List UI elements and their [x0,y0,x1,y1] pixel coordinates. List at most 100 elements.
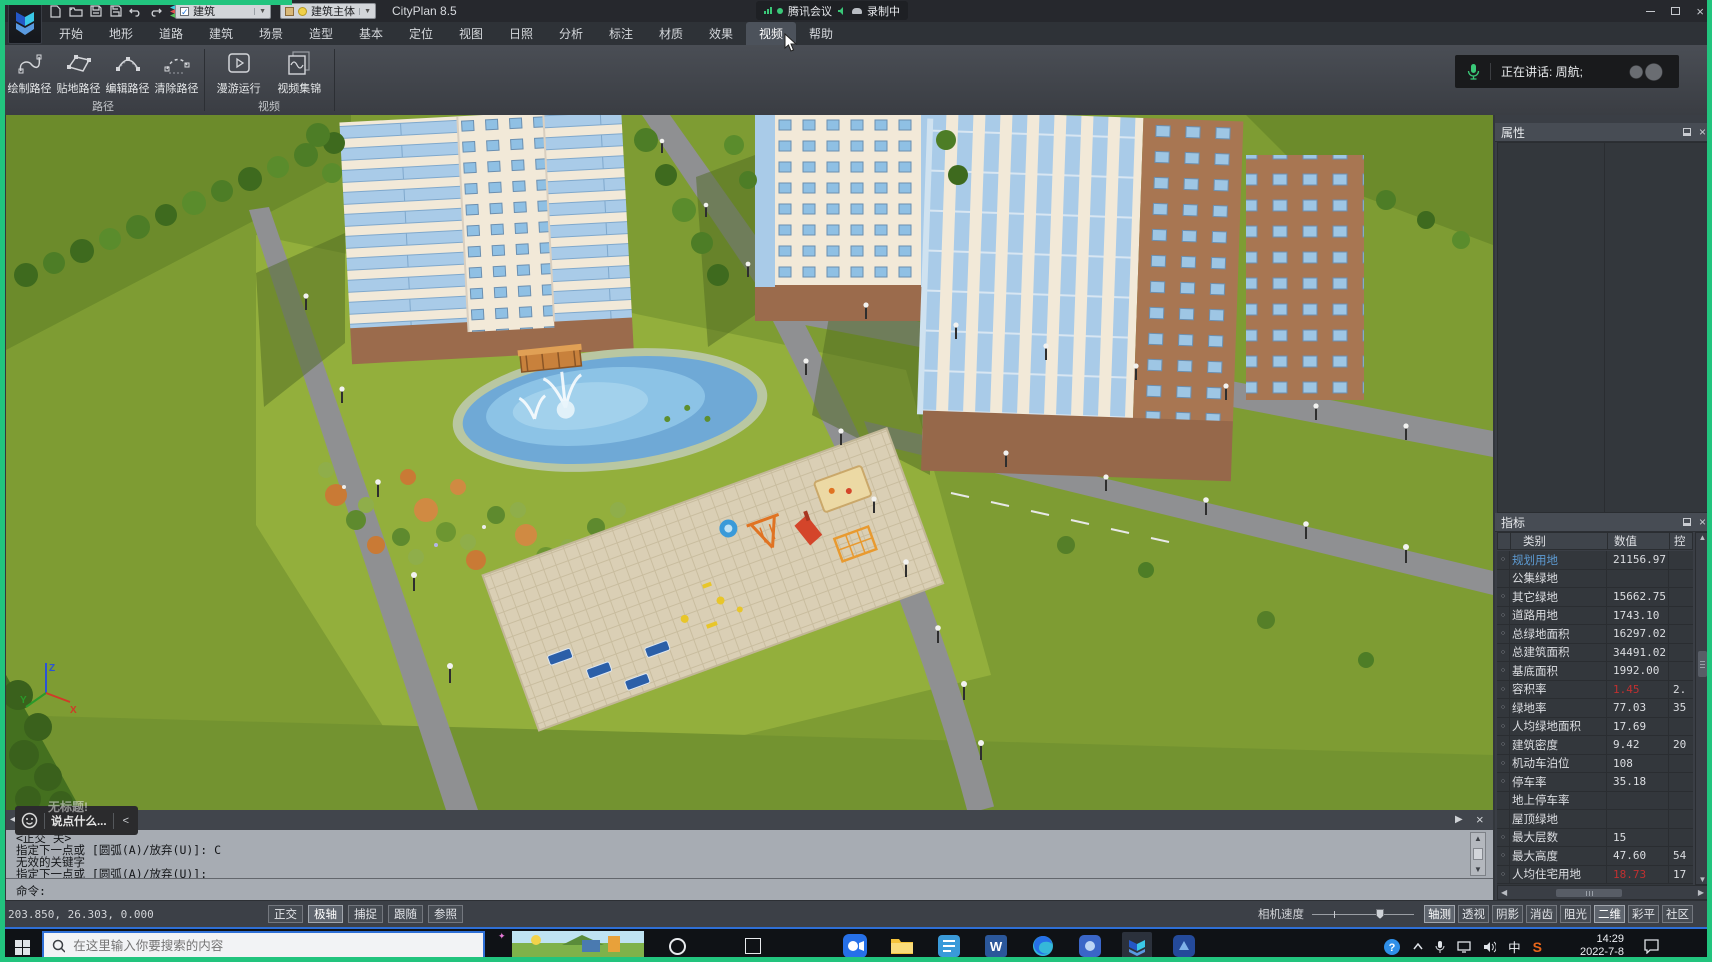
close-icon[interactable]: × [1476,812,1484,827]
taskbar-app-docs[interactable] [934,932,964,960]
taskbar-app-word[interactable]: W [981,932,1011,960]
ribbon-tab[interactable]: 开始 [46,22,96,45]
indicator-row[interactable]: ○ 规划用地 21156.97 [1497,551,1693,570]
drafting-toggle-button[interactable]: 正交 [268,905,303,923]
indicators-table[interactable]: ○ 规划用地 21156.97 公集绿地 ○ 其它绿地 15662.75 [1497,551,1693,885]
chevron-down-icon[interactable]: ▼ [254,8,266,15]
chevron-down-icon[interactable]: ▼ [359,8,371,15]
scroll-down-icon[interactable]: ▼ [1699,875,1707,884]
drafting-toggle-button[interactable]: 跟随 [388,905,423,923]
restore-button[interactable] [1671,7,1680,15]
view-mode-button[interactable]: 二维 [1594,905,1625,923]
ribbon-tab[interactable]: 材质 [646,22,696,45]
indicator-row[interactable]: ○ 建筑密度 9.42 20 [1497,736,1693,755]
scrollbar-thumb[interactable] [1473,848,1483,860]
tray-chevron-up-icon[interactable] [1413,943,1423,950]
open-file-icon[interactable] [68,4,83,18]
indicator-row[interactable]: ○ 最大高度 47.60 54 [1497,847,1693,866]
clear-path-button[interactable]: 清除路径 [153,47,200,99]
slider-thumb-icon[interactable] [1376,909,1384,919]
ground-path-button[interactable]: 贴地路径 [55,47,102,99]
taskbar-app-cityplan-active[interactable] [1122,932,1152,960]
view-mode-button[interactable]: 社区 [1662,905,1693,923]
close-icon[interactable]: × [1699,517,1706,527]
view-mode-button[interactable]: 轴测 [1424,905,1455,923]
indicator-row[interactable]: ○ 总绿地面积 16297.02 [1497,625,1693,644]
view-mode-button[interactable]: 透视 [1458,905,1489,923]
indicator-row[interactable]: ○ 基底面积 1992.00 [1497,662,1693,681]
ribbon-tab[interactable]: 场景 [246,22,296,45]
indicator-row[interactable]: 公集绿地 [1497,570,1693,589]
scroll-up-icon[interactable]: ▲ [1474,834,1482,843]
indicator-row[interactable]: ○ 容积率 1.45 2. [1497,681,1693,700]
pin-icon[interactable] [1683,128,1691,136]
indicator-row[interactable]: ○ 停车率 35.18 [1497,773,1693,792]
view-mode-button[interactable]: 阴影 [1492,905,1523,923]
tray-display-icon[interactable] [1457,941,1471,953]
minimize-button[interactable] [1646,11,1655,12]
taskbar-app-explorer[interactable] [887,932,917,960]
app-logo[interactable] [8,2,42,44]
ribbon-tab[interactable]: 定位 [396,22,446,45]
sogou-ime-icon[interactable]: S [1533,939,1542,955]
draw-path-button[interactable]: 绘制路径 [6,47,53,99]
taskbar-clock[interactable]: 14:29 2022-7-8 [1580,933,1624,959]
indicator-row[interactable]: ○ 道路用地 1743.10 [1497,607,1693,626]
indicator-row[interactable]: ○ 最大层数 15 [1497,829,1693,848]
taskbar-search[interactable] [42,931,485,960]
scroll-left-icon[interactable]: ◀ [1501,888,1507,897]
indicators-panel-header[interactable]: 指标 × [1495,513,1712,532]
ribbon-tab[interactable]: 效果 [696,22,746,45]
ribbon-tab[interactable]: 视图 [446,22,496,45]
collapse-right-icon[interactable]: ▶ [1455,814,1463,825]
ribbon-tab[interactable]: 地形 [96,22,146,45]
ribbon-tab[interactable]: 分析 [546,22,596,45]
indicator-row[interactable]: ○ 机动车泊位 108 [1497,755,1693,774]
ribbon-tab[interactable]: 标注 [596,22,646,45]
drafting-toggle-button[interactable]: 参照 [428,905,463,923]
indicator-row[interactable]: ○ 总建筑面积 34491.02 [1497,644,1693,663]
taskbar-app-blue[interactable] [1075,932,1105,960]
redo-icon[interactable] [148,4,163,18]
drafting-toggle-button[interactable]: 捕捉 [348,905,383,923]
command-prompt[interactable]: 命令: [6,878,1493,900]
indicator-row[interactable]: ○ 人均住宅用地 18.73 17 [1497,866,1693,885]
viewport-3d-scene[interactable]: Z Y X [6,115,1493,810]
taskbar-app-meeting[interactable] [840,932,870,960]
scroll-right-icon[interactable]: ▶ [1698,888,1704,897]
ribbon-tab[interactable]: 基本 [346,22,396,45]
tray-microphone-icon[interactable] [1435,940,1445,954]
tray-help-icon[interactable]: ? [1383,938,1401,956]
new-file-icon[interactable] [48,4,63,18]
indicators-horizontal-scrollbar[interactable]: ◀ ▶ [1497,885,1708,900]
view-mode-button[interactable]: 阻光 [1560,905,1591,923]
pin-icon[interactable] [1683,518,1691,526]
scroll-up-icon[interactable]: ▲ [1699,533,1707,542]
search-input[interactable] [73,939,475,953]
command-scrollbar[interactable]: ▲ ▼ [1470,832,1486,876]
layer-checkbox[interactable]: ✓ [180,7,189,16]
start-button[interactable] [6,935,38,959]
task-view-icon[interactable] [738,932,768,960]
undo-icon[interactable] [128,4,143,18]
widget-thumbnail[interactable] [512,931,644,960]
taskbar-app-dark[interactable] [1169,932,1199,960]
scrollbar-thumb[interactable] [1556,889,1622,897]
close-button[interactable]: × [1696,5,1704,18]
indicator-row[interactable]: ○ 人均绿地面积 17.69 [1497,718,1693,737]
view-mode-button[interactable]: 彩平 [1628,905,1659,923]
meeting-status-pill[interactable]: 腾讯会议 录制中 [756,1,908,20]
properties-panel-header[interactable]: 属性 × [1495,123,1712,142]
indicator-row[interactable]: 地上停车率 [1497,792,1693,811]
close-icon[interactable]: × [1699,127,1706,137]
ribbon-tab[interactable]: 建筑 [196,22,246,45]
drafting-toggle-button[interactable]: 极轴 [308,905,343,923]
ribbon-tab[interactable]: 视频 [746,22,796,45]
action-center-icon[interactable] [1643,938,1660,954]
ribbon-tab[interactable]: 日照 [496,22,546,45]
indicator-row[interactable]: 屋顶绿地 [1497,810,1693,829]
taskbar-app-edge[interactable] [1028,932,1058,960]
ribbon-tab[interactable]: 道路 [146,22,196,45]
tray-speaker-icon[interactable] [1483,941,1496,953]
layer-dropdown[interactable]: ✓ 建筑 ▼ [175,3,271,19]
